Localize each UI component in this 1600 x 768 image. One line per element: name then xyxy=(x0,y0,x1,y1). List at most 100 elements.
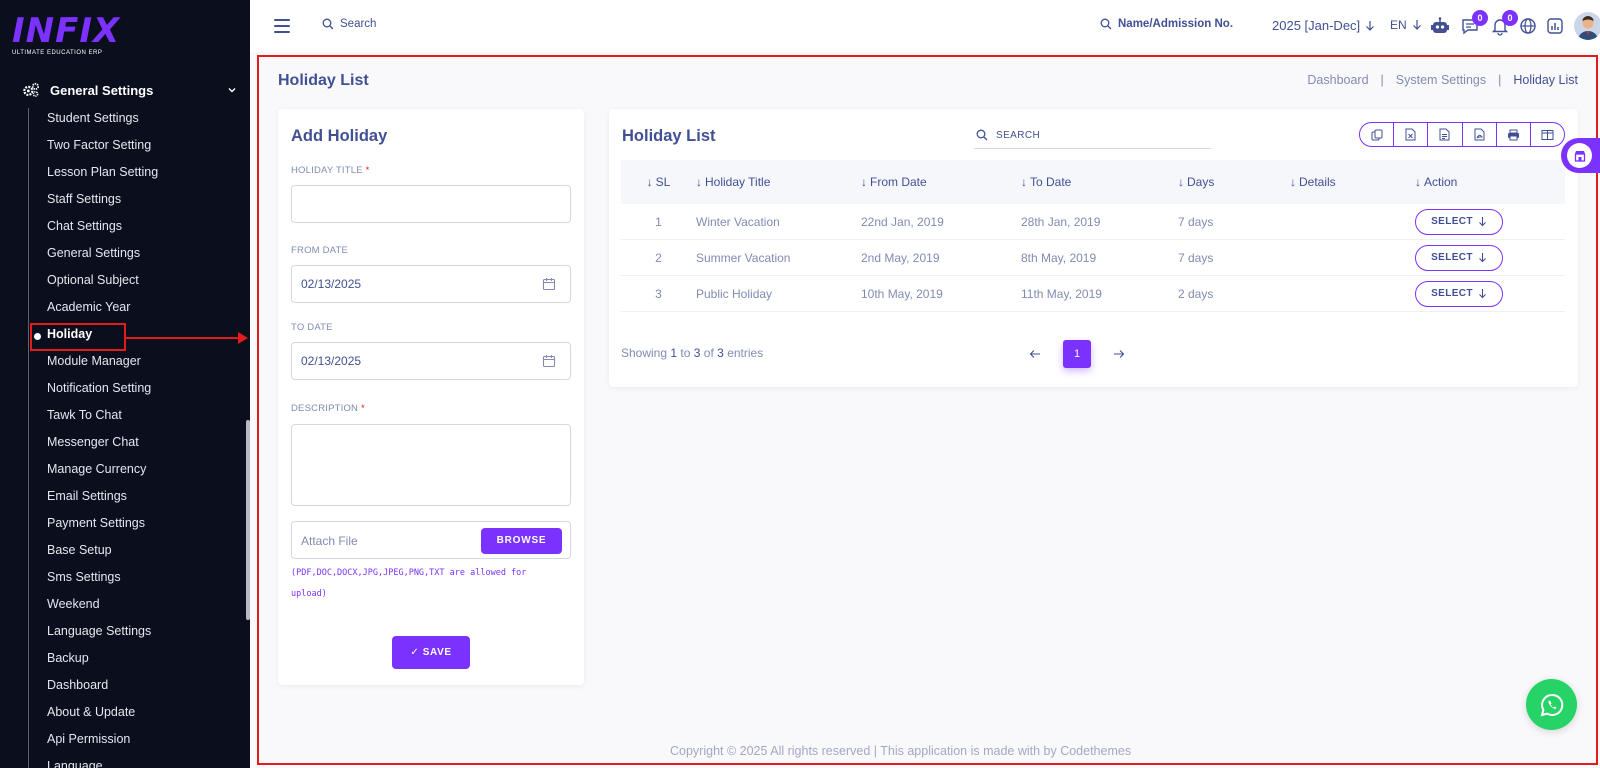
print-button[interactable] xyxy=(1497,123,1531,146)
globe-icon[interactable] xyxy=(1518,16,1538,36)
sidebar-item-student-settings[interactable]: Student Settings xyxy=(47,110,158,137)
page-title: Holiday List xyxy=(278,72,369,89)
highlight-box xyxy=(30,323,126,351)
sort-arrow-icon: ↓ xyxy=(1415,175,1421,189)
sidebar-item-tawk-to-chat[interactable]: Tawk To Chat xyxy=(47,407,158,434)
sidebar-item-base-setup[interactable]: Base Setup xyxy=(47,542,158,569)
holiday-list-title: Holiday List xyxy=(622,127,716,145)
sidebar-item-messenger-chat[interactable]: Messenger Chat xyxy=(47,434,158,461)
language-select[interactable]: EN xyxy=(1390,18,1422,32)
sidebar-group-general-settings[interactable]: General Settings xyxy=(22,80,237,100)
export-csv-button[interactable] xyxy=(1428,123,1463,146)
breadcrumb-dashboard[interactable]: Dashboard xyxy=(1307,73,1368,87)
admission-search[interactable]: Name/Admission No. xyxy=(1100,18,1233,30)
whatsapp-icon xyxy=(1540,693,1563,716)
table-search-input[interactable]: SEARCH xyxy=(974,122,1211,149)
excel-file-icon xyxy=(1405,128,1416,141)
to-date-label: TO DATE xyxy=(291,322,333,333)
sidebar-item-lesson-plan-setting[interactable]: Lesson Plan Setting xyxy=(47,164,158,191)
whatsapp-button[interactable] xyxy=(1526,679,1577,730)
description-textarea[interactable] xyxy=(291,424,571,506)
attach-file-field[interactable]: Attach File BROWSE xyxy=(291,521,571,559)
row-action-select-button[interactable]: SELECT xyxy=(1415,244,1503,271)
sidebar-item-two-factor-setting[interactable]: Two Factor Setting xyxy=(47,137,158,164)
sidebar-item-payment-settings[interactable]: Payment Settings xyxy=(47,515,158,542)
menu-toggle-icon[interactable] xyxy=(274,19,290,33)
previous-page-button[interactable] xyxy=(1027,346,1043,362)
arrow-down-icon xyxy=(1479,217,1486,227)
column-header-details[interactable]: ↓ Details xyxy=(1290,175,1415,189)
sidebar-item-language-settings[interactable]: Language Settings xyxy=(47,623,158,650)
language-value: EN xyxy=(1390,18,1407,32)
sidebar-item-academic-year[interactable]: Academic Year xyxy=(47,299,158,326)
sidebar-item-manage-currency[interactable]: Manage Currency xyxy=(47,461,158,488)
page-button-current[interactable]: 1 xyxy=(1063,340,1091,368)
column-visibility-button[interactable] xyxy=(1531,123,1564,146)
sidebar-item-dashboard[interactable]: Dashboard xyxy=(47,677,158,704)
column-header-to-date[interactable]: ↓ To Date xyxy=(1021,175,1178,189)
next-page-button[interactable] xyxy=(1111,346,1127,362)
breadcrumb-system-settings[interactable]: System Settings xyxy=(1396,73,1486,87)
cell-holiday-title: Public Holiday xyxy=(696,286,773,301)
logo[interactable]: INFIX ULTIMATE EDUCATION ERP xyxy=(12,14,120,56)
sort-arrow-icon: ↓ xyxy=(1178,175,1184,189)
holiday-list-card: Holiday List SEARCH ↓ SL ↓ Holiday Title ↓… xyxy=(609,109,1578,387)
table-search-placeholder: SEARCH xyxy=(996,129,1041,141)
cell-sl: 2 xyxy=(655,250,662,265)
row-action-select-button[interactable]: SELECT xyxy=(1415,208,1503,235)
sidebar-item-about-update[interactable]: About & Update xyxy=(47,704,158,731)
gears-icon xyxy=(23,82,39,97)
calendar-icon[interactable] xyxy=(542,277,556,291)
robot-icon[interactable] xyxy=(1430,16,1450,36)
sort-arrow-icon: ↓ xyxy=(861,175,867,189)
sidebar-item-email-settings[interactable]: Email Settings xyxy=(47,488,158,515)
column-header-from-date[interactable]: ↓ From Date xyxy=(861,175,1021,189)
export-excel-button[interactable] xyxy=(1394,123,1429,146)
from-date-input[interactable]: 02/13/2025 xyxy=(291,265,571,303)
arrow-right-icon xyxy=(1114,350,1125,358)
sidebar-item-notification-setting[interactable]: Notification Setting xyxy=(47,380,158,407)
sidebar-item-staff-settings[interactable]: Staff Settings xyxy=(47,191,158,218)
sidebar-item-language[interactable]: Language xyxy=(47,758,158,768)
notification-button[interactable]: 0 xyxy=(1490,10,1518,36)
browse-button[interactable]: BROWSE xyxy=(481,528,562,554)
floating-cart-tab[interactable] xyxy=(1561,138,1600,173)
submenu-list: Student Settings Two Factor Setting Less… xyxy=(47,110,158,768)
column-header-action[interactable]: ↓ Action xyxy=(1415,175,1565,189)
sidebar-item-api-permission[interactable]: Api Permission xyxy=(47,731,158,758)
column-header-days[interactable]: ↓ Days xyxy=(1178,175,1290,189)
top-search-placeholder: Search xyxy=(340,18,377,30)
highlight-arrow-head xyxy=(238,332,248,344)
holiday-title-input[interactable] xyxy=(291,185,571,223)
row-action-select-button[interactable]: SELECT xyxy=(1415,280,1503,307)
analytics-icon[interactable] xyxy=(1545,16,1565,36)
top-bar: Search Name/Admission No. 2025 [Jan-Dec]… xyxy=(250,0,1600,52)
user-avatar[interactable] xyxy=(1574,12,1600,40)
notification-badge: 0 xyxy=(1502,10,1518,26)
export-pdf-button[interactable] xyxy=(1463,123,1497,146)
save-label: SAVE xyxy=(422,647,452,658)
cell-sl: 3 xyxy=(655,286,662,301)
sidebar-scrollbar[interactable] xyxy=(246,420,250,620)
breadcrumb-holiday-list[interactable]: Holiday List xyxy=(1513,73,1578,87)
chat-button[interactable]: 0 xyxy=(1460,10,1488,36)
user-avatar-icon xyxy=(1578,16,1598,40)
columns-icon xyxy=(1541,129,1554,140)
breadcrumb: Dashboard | System Settings | Holiday Li… xyxy=(1307,73,1578,87)
to-date-input[interactable]: 02/13/2025 xyxy=(291,342,571,380)
attach-file-placeholder: Attach File xyxy=(301,534,358,548)
save-button[interactable]: ✓ SAVE xyxy=(392,636,470,669)
sidebar-item-chat-settings[interactable]: Chat Settings xyxy=(47,218,158,245)
copy-button[interactable] xyxy=(1360,123,1395,146)
sidebar-item-general-settings[interactable]: General Settings xyxy=(47,245,158,272)
sidebar-item-sms-settings[interactable]: Sms Settings xyxy=(47,569,158,596)
column-header-holiday-title[interactable]: ↓ Holiday Title xyxy=(696,175,861,189)
calendar-icon[interactable] xyxy=(542,354,556,368)
academic-year-select[interactable]: 2025 [Jan-Dec] xyxy=(1272,18,1375,33)
sidebar-item-backup[interactable]: Backup xyxy=(47,650,158,677)
top-search[interactable]: Search xyxy=(322,18,376,30)
sidebar-item-weekend[interactable]: Weekend xyxy=(47,596,158,623)
column-header-sl[interactable]: ↓ SL xyxy=(621,175,696,189)
sidebar-item-optional-subject[interactable]: Optional Subject xyxy=(47,272,158,299)
sidebar-item-module-manager[interactable]: Module Manager xyxy=(47,353,158,380)
